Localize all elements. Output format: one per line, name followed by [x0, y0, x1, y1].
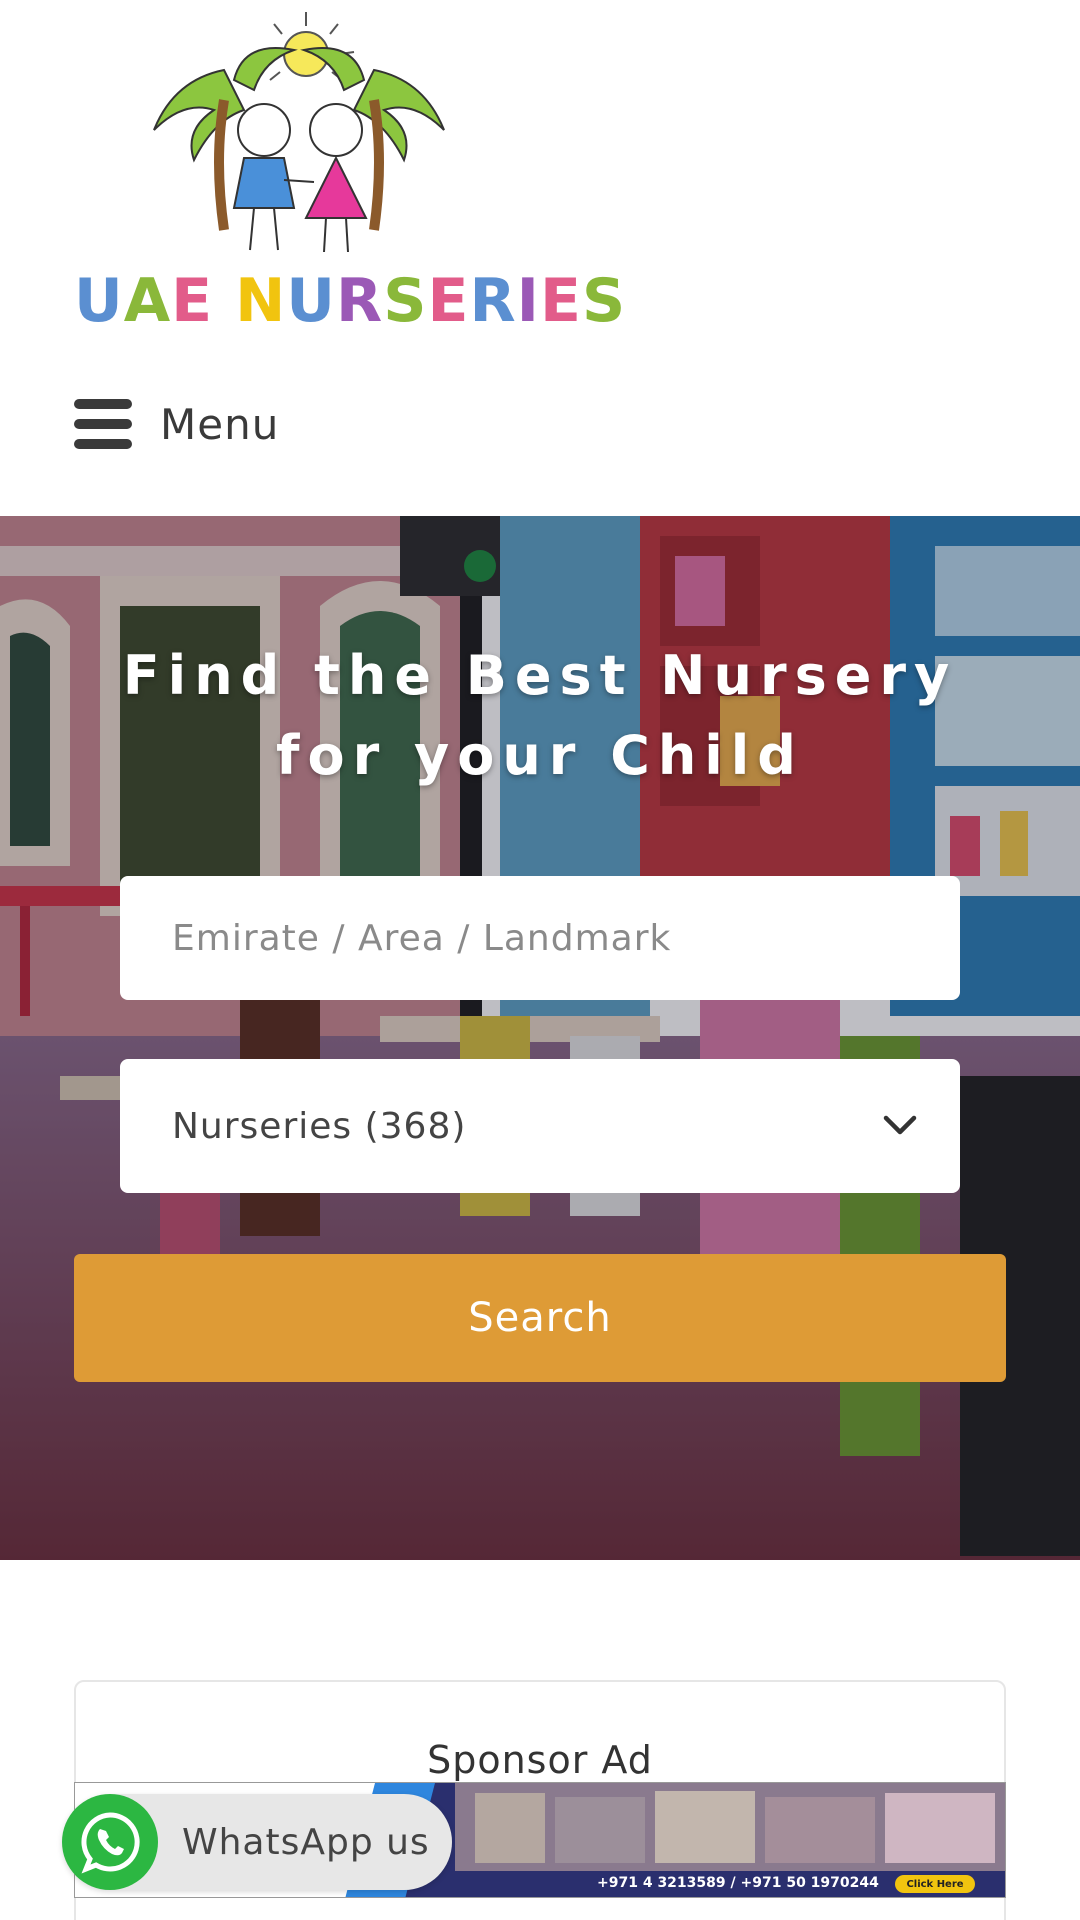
search-button[interactable]: Search [74, 1254, 1006, 1382]
logo-letter [213, 266, 235, 336]
logo-letter: E [171, 266, 214, 336]
hero-title: Find the Best Nursery for your Child [122, 644, 958, 787]
logo-letter: U [286, 266, 337, 336]
location-search-input[interactable] [172, 917, 912, 959]
whatsapp-icon [62, 1794, 158, 1890]
logo-letter: N [235, 266, 287, 336]
category-select[interactable]: Nurseries (368) [120, 1059, 960, 1193]
logo-letter: S [581, 266, 627, 336]
logo-letter: A [123, 266, 172, 336]
sponsor-banner-cta[interactable]: Click Here [895, 1875, 975, 1893]
hamburger-icon [74, 399, 132, 449]
logo-letter: I [516, 266, 540, 336]
logo-letter: U [74, 266, 124, 336]
site-logo[interactable]: UAE NURSERIES [74, 10, 625, 336]
sponsor-banner-phone: +971 4 3213589 / +971 50 1970244 [597, 1875, 879, 1891]
whatsapp-label: WhatsApp us [182, 1821, 430, 1863]
site-header: UAE NURSERIES Menu [0, 0, 1080, 516]
sponsor-ad-title: Sponsor Ad [427, 1738, 653, 1782]
logo-letter: E [539, 266, 582, 336]
logo-letter: E [427, 266, 470, 336]
chevron-down-icon [883, 1115, 917, 1135]
menu-label: Menu [160, 399, 280, 449]
menu-button[interactable]: Menu [74, 394, 279, 454]
logo-wordmark: UAE NURSERIES [74, 266, 625, 344]
hero-section: Find the Best Nursery for your Child Nur… [0, 516, 1080, 1560]
logo-illustration [153, 12, 445, 253]
location-search-field[interactable] [120, 876, 960, 1000]
whatsapp-chat-button[interactable]: WhatsApp us [62, 1794, 452, 1890]
category-select-value: Nurseries (368) [172, 1105, 467, 1147]
logo-letter: R [469, 266, 517, 336]
logo-letter: S [383, 266, 428, 336]
logo-letter: R [336, 266, 384, 336]
